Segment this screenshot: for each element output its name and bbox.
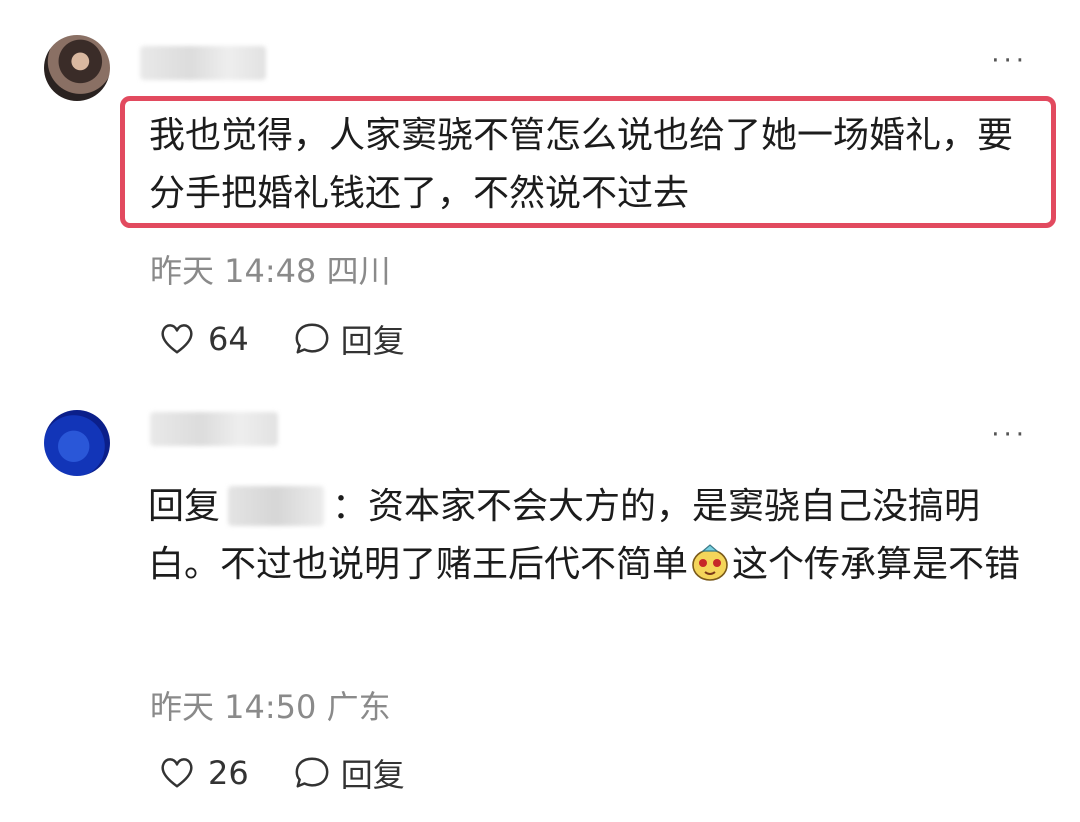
username-blurred[interactable] [140,46,266,80]
comment-time: 昨天 14:48 [150,252,317,290]
more-dots-icon[interactable]: ··· [991,48,1028,74]
comment-item: ··· 回复 ：资本家不会大方的，是窦骁自己没搞明白。不过也说明了赌王后代不简单 … [0,400,1080,822]
comment-text-highlighted: 我也觉得，人家窦骁不管怎么说也给了她一场婚礼，要分手把婚礼钱还了，不然说不过去 [120,96,1056,228]
comment-meta: 昨天 14:50 广东 [150,682,391,728]
comment-item: ··· 我也觉得，人家窦骁不管怎么说也给了她一场婚礼，要分手把婚礼钱还了，不然说… [0,0,1080,400]
username-blurred[interactable] [150,412,278,446]
heart-outline-icon[interactable] [158,754,196,792]
comment-location: 四川 [326,252,391,290]
comment-actions: 64 回复 [158,316,405,362]
speech-bubble-icon[interactable] [293,320,331,358]
like-count: 64 [208,320,249,358]
comment-meta: 昨天 14:48 四川 [150,246,391,292]
comment-text-part: 这个传承算是不错 [732,544,1021,585]
comment-text: 回复 ：资本家不会大方的，是窦骁自己没搞明白。不过也说明了赌王后代不简单 这个传承… [148,478,1048,594]
user-avatar[interactable] [44,35,110,101]
yellow-face-emoji-icon [692,544,728,581]
reply-prefix: 回复 [148,486,221,527]
reply-button[interactable]: 回复 [341,750,405,796]
speech-bubble-icon[interactable] [293,754,331,792]
more-dots-icon[interactable]: ··· [991,422,1028,448]
user-avatar[interactable] [44,410,110,476]
reply-button[interactable]: 回复 [341,316,405,362]
like-count: 26 [208,754,249,792]
replied-username-blurred[interactable] [228,486,325,526]
comment-actions: 26 回复 [158,750,405,796]
heart-outline-icon[interactable] [158,320,196,358]
comment-location: 广东 [326,688,391,726]
comment-time: 昨天 14:50 [150,688,317,726]
